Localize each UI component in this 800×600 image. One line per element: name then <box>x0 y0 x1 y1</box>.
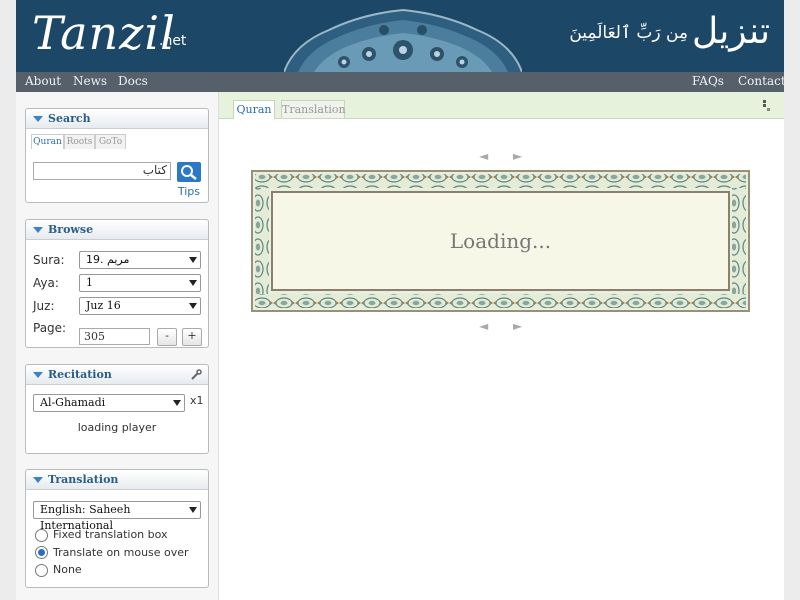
translation-panel-title: Translation <box>48 473 119 486</box>
page: Tanzil .net تنزيل مِن رَبِّ ٱلعَالَمِينَ… <box>16 0 784 600</box>
search-tips-link[interactable]: Tips <box>178 185 200 198</box>
page-label: Page: <box>33 321 67 335</box>
collapse-triangle-icon[interactable] <box>33 477 43 483</box>
page-input[interactable]: 305 <box>79 328 150 345</box>
next-page-arrow-bottom[interactable]: ► <box>513 319 522 333</box>
loading-text: Loading... <box>449 229 552 253</box>
radio-fixed-box[interactable] <box>35 529 48 542</box>
chevron-down-icon <box>173 400 181 406</box>
juz-select-value: Juz 16 <box>86 299 121 312</box>
collapse-triangle-icon[interactable] <box>33 227 43 233</box>
arabic-title: تنزيل <box>691 11 770 52</box>
wrench-icon[interactable] <box>190 369 202 381</box>
top-nav: About News Docs FAQs Contact <box>16 72 784 92</box>
recitation-panel-title: Recitation <box>48 368 112 381</box>
search-tab-goto[interactable]: GoTo <box>95 134 126 149</box>
prev-page-arrow[interactable]: ◄ <box>479 149 488 163</box>
radio-mouse-over-label: Translate on mouse over <box>53 546 189 559</box>
search-tab-quran[interactable]: Quran <box>31 134 64 149</box>
playback-speed[interactable]: x1 <box>190 394 204 407</box>
nav-faqs[interactable]: FAQs <box>692 74 724 88</box>
player-status: loading player <box>77 421 157 434</box>
sura-select[interactable]: 19. مريم <box>79 251 201 269</box>
recitation-panel: Recitation Al-Ghamadi x1 loading player <box>25 364 209 454</box>
arabic-logo: تنزيل <box>692 6 770 58</box>
reciter-select-value: Al-Ghamadi <box>40 396 106 409</box>
tab-quran[interactable]: Quran <box>233 100 275 119</box>
browse-panel-title: Browse <box>48 223 94 236</box>
next-page-arrow[interactable]: ► <box>513 149 522 163</box>
collapse-triangle-icon[interactable] <box>33 372 43 378</box>
aya-select[interactable]: 1 <box>79 274 201 292</box>
reciter-select[interactable]: Al-Ghamadi <box>33 394 185 412</box>
collapse-triangle-icon[interactable] <box>33 116 43 122</box>
prev-page-arrow-bottom[interactable]: ◄ <box>479 319 488 333</box>
juz-label: Juz: <box>33 299 55 313</box>
tab-translation[interactable]: Translation <box>281 100 346 118</box>
logo-suffix: .net <box>159 33 187 49</box>
aya-label: Aya: <box>33 276 59 290</box>
sura-select-value: 19. مريم <box>86 253 130 266</box>
juz-select[interactable]: Juz 16 <box>79 297 201 315</box>
browse-panel: Browse Sura: 19. مريم Aya: 1 Juz: Juz 16… <box>25 219 209 348</box>
radio-mouse-over[interactable] <box>35 546 48 559</box>
sura-label: Sura: <box>33 253 65 267</box>
chevron-down-icon <box>189 280 197 286</box>
radio-fixed-box-label: Fixed translation box <box>53 528 168 541</box>
search-button[interactable] <box>177 162 201 182</box>
nav-news[interactable]: News <box>73 74 107 88</box>
logo-text[interactable]: Tanzil <box>32 6 176 60</box>
translation-panel-header[interactable]: Translation <box>26 470 208 490</box>
quran-page-frame: Loading... <box>251 170 750 312</box>
site-header: Tanzil .net تنزيل مِن رَبِّ ٱلعَالَمِينَ <box>16 0 784 72</box>
recitation-panel-header[interactable]: Recitation <box>26 365 208 385</box>
aya-select-value: 1 <box>86 276 93 289</box>
search-tab-roots[interactable]: Roots <box>64 134 95 149</box>
toggle-layout-icon[interactable] <box>760 98 772 112</box>
chevron-down-icon <box>189 257 197 263</box>
quran-text-area: Loading... <box>271 191 730 291</box>
chevron-down-icon <box>189 303 197 309</box>
nav-about[interactable]: About <box>25 74 61 88</box>
search-panel: Search Quran Roots GoTo كتاب Tips <box>25 108 209 203</box>
search-panel-header[interactable]: Search <box>26 109 208 129</box>
radio-none-label: None <box>53 563 82 576</box>
radio-none[interactable] <box>35 564 48 577</box>
arabic-subtitle: مِن رَبِّ ٱلعَالَمِينَ <box>569 23 688 43</box>
translation-select[interactable]: English: Saheeh International <box>33 501 201 532</box>
page-minus-button[interactable]: - <box>157 328 177 346</box>
sidebar: Search Quran Roots GoTo كتاب Tips Browse <box>16 92 219 600</box>
browse-panel-header[interactable]: Browse <box>26 220 208 240</box>
nav-contact[interactable]: Contact <box>738 74 784 88</box>
search-input[interactable]: كتاب <box>33 162 171 180</box>
nav-docs[interactable]: Docs <box>118 74 148 88</box>
ornament-dome <box>284 8 522 72</box>
main-tabs-bar: Quran Translation <box>219 92 784 119</box>
page-plus-button[interactable]: + <box>182 328 202 346</box>
chevron-down-icon <box>189 507 197 513</box>
search-panel-title: Search <box>48 112 91 125</box>
translation-panel: Translation English: Saheeh Internationa… <box>25 469 209 588</box>
search-icon <box>181 165 197 180</box>
